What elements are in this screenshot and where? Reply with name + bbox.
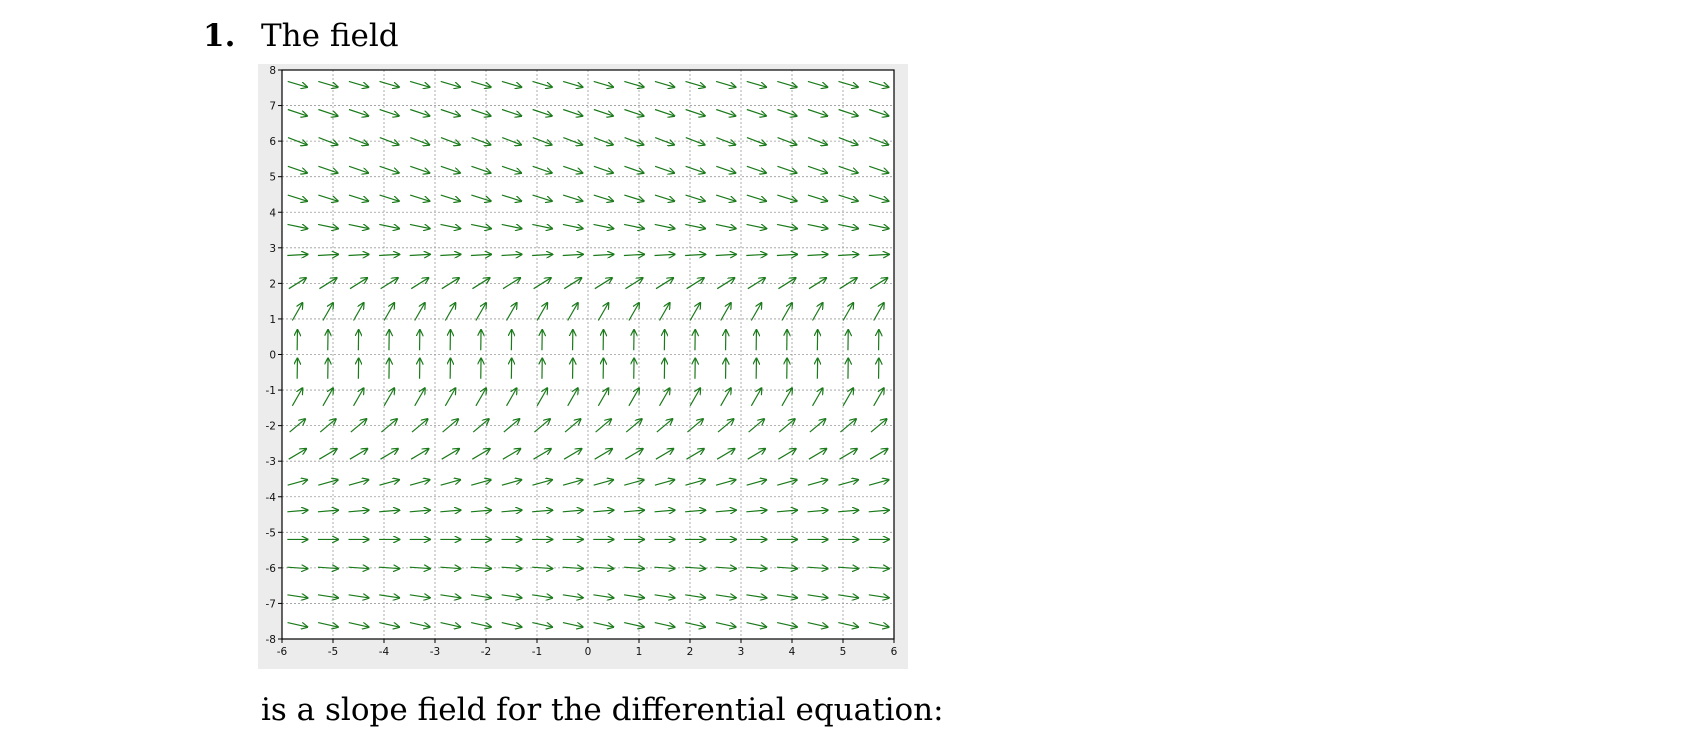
question-number: 1. — [203, 18, 236, 54]
x-tick-label: 5 — [840, 646, 847, 658]
x-tick-label: -1 — [532, 646, 542, 658]
y-tick-label: 1 — [269, 314, 276, 326]
y-tick-label: -4 — [266, 492, 277, 504]
x-tick-label: 2 — [687, 646, 694, 658]
x-tick-label: -4 — [379, 646, 390, 658]
x-tick-label: 4 — [789, 646, 796, 658]
slope-field-chart: -6 -5 -4 -3 -2 -1 0 1 2 3 4 5 6 8 7 6 5 4 3 2 1 0 -1 -2 -3 -4 -5 -6… — [266, 65, 898, 658]
y-tick-label: -8 — [266, 634, 276, 646]
question-follow-text: is a slope field for the differential eq… — [261, 692, 944, 728]
x-tick-label: -2 — [481, 646, 491, 658]
x-tick-label: -3 — [430, 646, 440, 658]
x-tick-label: 3 — [738, 646, 745, 658]
x-tick-label: 1 — [636, 646, 643, 658]
y-tick-label: 0 — [269, 350, 276, 362]
y-tick-label: 8 — [269, 65, 276, 77]
y-tick-label: -6 — [266, 563, 277, 575]
y-tick-label: 7 — [269, 101, 276, 113]
x-tick-label: 6 — [891, 646, 898, 658]
x-tick-label: -5 — [328, 646, 338, 658]
y-tick-label: -1 — [266, 385, 276, 397]
y-tick-label: -7 — [266, 598, 276, 610]
y-tick-label: -2 — [266, 421, 276, 433]
y-tick-label: 5 — [269, 172, 276, 184]
slope-field-figure: -6 -5 -4 -3 -2 -1 0 1 2 3 4 5 6 8 7 6 5 4 3 2 1 0 -1 -2 -3 -4 -5 -6… — [258, 64, 908, 669]
y-tick-label: 4 — [269, 207, 276, 219]
x-tick-label: -6 — [277, 646, 288, 658]
question-lead-text: The field — [261, 18, 399, 54]
y-tick-label: -5 — [266, 527, 276, 539]
x-tick-label: 0 — [585, 646, 592, 658]
y-tick-label: 2 — [269, 278, 276, 290]
y-tick-label: 3 — [269, 243, 276, 255]
y-tick-label: -3 — [266, 456, 276, 468]
y-tick-label: 6 — [269, 136, 276, 148]
